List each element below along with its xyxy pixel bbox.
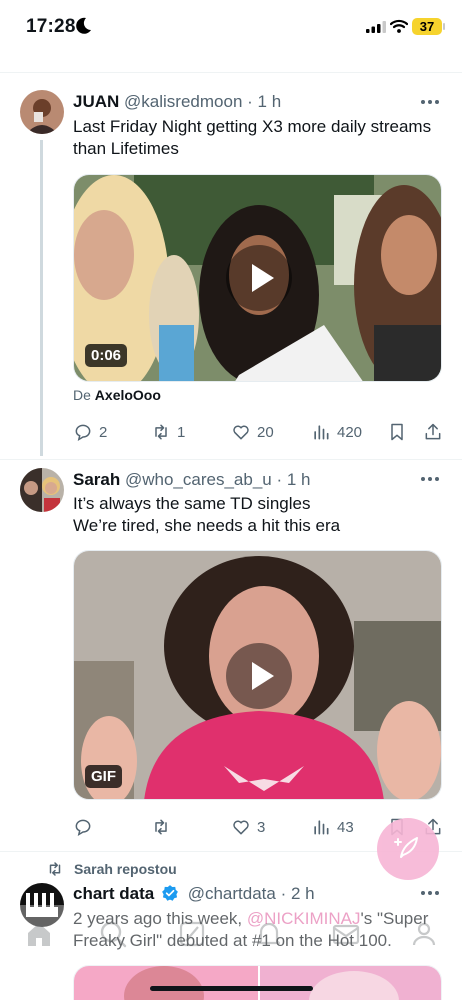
communities-icon[interactable]: [409, 919, 439, 949]
home-icon[interactable]: [24, 919, 54, 949]
author-handle[interactable]: @chartdata: [188, 884, 276, 903]
verified-icon: [162, 885, 178, 901]
tweet-time[interactable]: 2 h: [291, 884, 315, 903]
compose-icon: [394, 837, 418, 858]
tweet-image[interactable]: [73, 965, 442, 1000]
home-indicator: [150, 986, 313, 991]
bottom-nav: [0, 905, 462, 965]
tweet-header: chart data @chartdata · 2 h: [73, 884, 315, 903]
author-name[interactable]: chart data: [73, 884, 154, 903]
more-icon[interactable]: [420, 890, 440, 896]
notifications-icon[interactable]: [254, 919, 284, 949]
image-thumbnail: [74, 966, 441, 1000]
messages-icon[interactable]: [331, 919, 361, 949]
grok-icon[interactable]: [177, 919, 207, 949]
search-icon[interactable]: [98, 919, 128, 949]
compose-button[interactable]: [377, 818, 439, 880]
